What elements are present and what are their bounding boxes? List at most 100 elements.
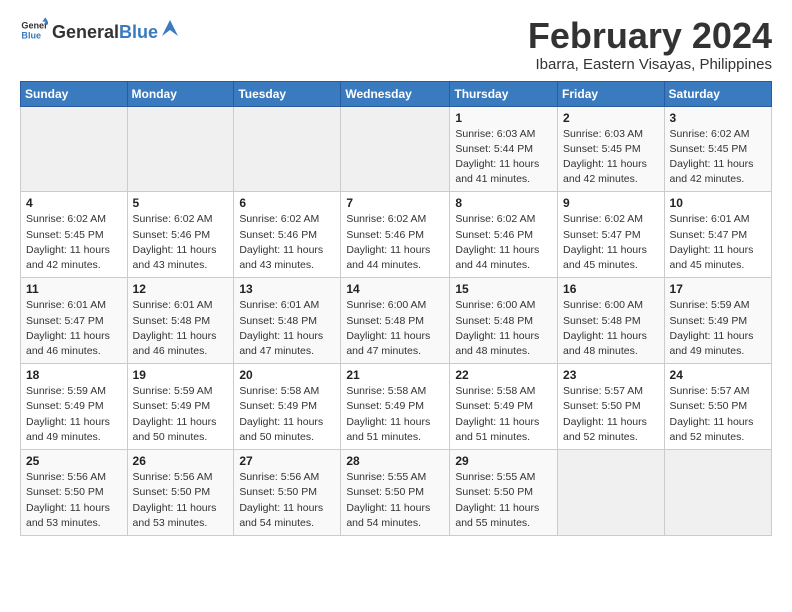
day-number: 3 [670, 111, 766, 125]
day-cell: 25 Sunrise: 5:56 AM Sunset: 5:50 PM Dayli… [21, 450, 128, 536]
title-area: February 2024 Ibarra, Eastern Visayas, P… [528, 16, 772, 73]
day-info: Sunrise: 5:59 AM Sunset: 5:49 PM Dayligh… [26, 384, 122, 445]
day-number: 16 [563, 282, 659, 296]
header: General Blue GeneralBlue February 2024 I… [20, 16, 772, 73]
day-number: 29 [455, 454, 552, 468]
day-cell: 8 Sunrise: 6:02 AM Sunset: 5:46 PM Daylig… [450, 192, 558, 278]
day-info: Sunrise: 5:57 AM Sunset: 5:50 PM Dayligh… [670, 384, 766, 445]
week-row-2: 4Sunrise: 6:02 AM Sunset: 5:45 PM Daylig… [21, 192, 772, 278]
day-info: Sunrise: 6:02 AM Sunset: 5:46 PM Dayligh… [239, 212, 335, 273]
day-cell: 13 Sunrise: 6:01 AM Sunset: 5:48 PM Dayli… [234, 278, 341, 364]
logo: General Blue GeneralBlue [20, 16, 180, 44]
day-info: Sunrise: 5:55 AM Sunset: 5:50 PM Dayligh… [346, 470, 444, 531]
day-info: Sunrise: 5:55 AM Sunset: 5:50 PM Dayligh… [455, 470, 552, 531]
day-info: Sunrise: 6:00 AM Sunset: 5:48 PM Dayligh… [455, 298, 552, 359]
week-row-3: 11Sunrise: 6:01 AM Sunset: 5:47 PM Dayli… [21, 278, 772, 364]
day-info: Sunrise: 6:02 AM Sunset: 5:47 PM Dayligh… [563, 212, 659, 273]
day-cell: 9 Sunrise: 6:02 AM Sunset: 5:47 PM Daylig… [558, 192, 665, 278]
day-info: Sunrise: 6:02 AM Sunset: 5:46 PM Dayligh… [346, 212, 444, 273]
day-cell: 5 Sunrise: 6:02 AM Sunset: 5:46 PM Daylig… [127, 192, 234, 278]
day-info: Sunrise: 6:02 AM Sunset: 5:45 PM Dayligh… [670, 127, 766, 188]
day-cell: 29 Sunrise: 5:55 AM Sunset: 5:50 PM Dayli… [450, 450, 558, 536]
svg-text:General: General [21, 21, 48, 31]
day-number: 9 [563, 196, 659, 210]
day-number: 15 [455, 282, 552, 296]
col-header-friday: Friday [558, 81, 665, 106]
day-info: Sunrise: 6:01 AM Sunset: 5:48 PM Dayligh… [133, 298, 229, 359]
day-number: 6 [239, 196, 335, 210]
day-info: Sunrise: 5:59 AM Sunset: 5:49 PM Dayligh… [133, 384, 229, 445]
col-header-monday: Monday [127, 81, 234, 106]
day-cell: 11Sunrise: 6:01 AM Sunset: 5:47 PM Dayli… [21, 278, 128, 364]
day-number: 13 [239, 282, 335, 296]
day-cell: 10 Sunrise: 6:01 AM Sunset: 5:47 PM Dayli… [664, 192, 771, 278]
day-number: 21 [346, 368, 444, 382]
logo-icon: General Blue [20, 16, 48, 44]
day-number: 11 [26, 282, 122, 296]
day-info: Sunrise: 6:01 AM Sunset: 5:47 PM Dayligh… [670, 212, 766, 273]
day-number: 28 [346, 454, 444, 468]
day-info: Sunrise: 5:56 AM Sunset: 5:50 PM Dayligh… [239, 470, 335, 531]
day-info: Sunrise: 5:58 AM Sunset: 5:49 PM Dayligh… [346, 384, 444, 445]
week-row-1: 1Sunrise: 6:03 AM Sunset: 5:44 PM Daylig… [21, 106, 772, 192]
day-number: 23 [563, 368, 659, 382]
month-title: February 2024 [528, 16, 772, 56]
logo-general: General [52, 22, 119, 43]
day-info: Sunrise: 5:58 AM Sunset: 5:49 PM Dayligh… [455, 384, 552, 445]
day-cell: 17Sunrise: 5:59 AM Sunset: 5:49 PM Dayli… [664, 278, 771, 364]
day-number: 1 [455, 111, 552, 125]
day-cell: 24 Sunrise: 5:57 AM Sunset: 5:50 PM Dayli… [664, 364, 771, 450]
day-cell: 15 Sunrise: 6:00 AM Sunset: 5:48 PM Dayli… [450, 278, 558, 364]
day-cell: 14 Sunrise: 6:00 AM Sunset: 5:48 PM Dayli… [341, 278, 450, 364]
day-info: Sunrise: 6:02 AM Sunset: 5:46 PM Dayligh… [133, 212, 229, 273]
day-info: Sunrise: 6:00 AM Sunset: 5:48 PM Dayligh… [563, 298, 659, 359]
day-info: Sunrise: 6:02 AM Sunset: 5:45 PM Dayligh… [26, 212, 122, 273]
day-cell [21, 106, 128, 192]
col-header-thursday: Thursday [450, 81, 558, 106]
day-cell: 16 Sunrise: 6:00 AM Sunset: 5:48 PM Dayli… [558, 278, 665, 364]
svg-text:Blue: Blue [21, 30, 41, 40]
day-number: 8 [455, 196, 552, 210]
day-cell: 12 Sunrise: 6:01 AM Sunset: 5:48 PM Dayli… [127, 278, 234, 364]
day-info: Sunrise: 6:02 AM Sunset: 5:46 PM Dayligh… [455, 212, 552, 273]
day-cell: 28 Sunrise: 5:55 AM Sunset: 5:50 PM Dayli… [341, 450, 450, 536]
day-cell: 22Sunrise: 5:58 AM Sunset: 5:49 PM Dayli… [450, 364, 558, 450]
day-cell [127, 106, 234, 192]
day-number: 5 [133, 196, 229, 210]
logo-blue: Blue [119, 22, 158, 43]
day-cell: 18Sunrise: 5:59 AM Sunset: 5:49 PM Dayli… [21, 364, 128, 450]
day-number: 12 [133, 282, 229, 296]
day-cell: 20 Sunrise: 5:58 AM Sunset: 5:49 PM Dayli… [234, 364, 341, 450]
day-cell [664, 450, 771, 536]
day-info: Sunrise: 5:58 AM Sunset: 5:49 PM Dayligh… [239, 384, 335, 445]
day-number: 19 [133, 368, 229, 382]
col-header-tuesday: Tuesday [234, 81, 341, 106]
day-number: 20 [239, 368, 335, 382]
day-cell: 27Sunrise: 5:56 AM Sunset: 5:50 PM Dayli… [234, 450, 341, 536]
day-number: 17 [670, 282, 766, 296]
day-info: Sunrise: 5:56 AM Sunset: 5:50 PM Dayligh… [26, 470, 122, 531]
day-cell: 23 Sunrise: 5:57 AM Sunset: 5:50 PM Dayli… [558, 364, 665, 450]
day-number: 14 [346, 282, 444, 296]
day-info: Sunrise: 6:03 AM Sunset: 5:45 PM Dayligh… [563, 127, 659, 188]
week-row-4: 18Sunrise: 5:59 AM Sunset: 5:49 PM Dayli… [21, 364, 772, 450]
location-title: Ibarra, Eastern Visayas, Philippines [528, 56, 772, 73]
col-header-saturday: Saturday [664, 81, 771, 106]
day-cell: 2 Sunrise: 6:03 AM Sunset: 5:45 PM Daylig… [558, 106, 665, 192]
day-number: 25 [26, 454, 122, 468]
day-info: Sunrise: 6:00 AM Sunset: 5:48 PM Dayligh… [346, 298, 444, 359]
day-cell: 19 Sunrise: 5:59 AM Sunset: 5:49 PM Dayli… [127, 364, 234, 450]
day-cell: 1Sunrise: 6:03 AM Sunset: 5:44 PM Daylig… [450, 106, 558, 192]
day-cell: 26Sunrise: 5:56 AM Sunset: 5:50 PM Dayli… [127, 450, 234, 536]
day-cell: 4Sunrise: 6:02 AM Sunset: 5:45 PM Daylig… [21, 192, 128, 278]
day-info: Sunrise: 6:01 AM Sunset: 5:48 PM Dayligh… [239, 298, 335, 359]
logo-arrow-icon [160, 18, 180, 38]
day-number: 7 [346, 196, 444, 210]
day-number: 2 [563, 111, 659, 125]
day-cell: 3 Sunrise: 6:02 AM Sunset: 5:45 PM Daylig… [664, 106, 771, 192]
day-info: Sunrise: 5:57 AM Sunset: 5:50 PM Dayligh… [563, 384, 659, 445]
week-row-5: 25 Sunrise: 5:56 AM Sunset: 5:50 PM Dayli… [21, 450, 772, 536]
day-number: 24 [670, 368, 766, 382]
day-number: 10 [670, 196, 766, 210]
day-number: 26 [133, 454, 229, 468]
